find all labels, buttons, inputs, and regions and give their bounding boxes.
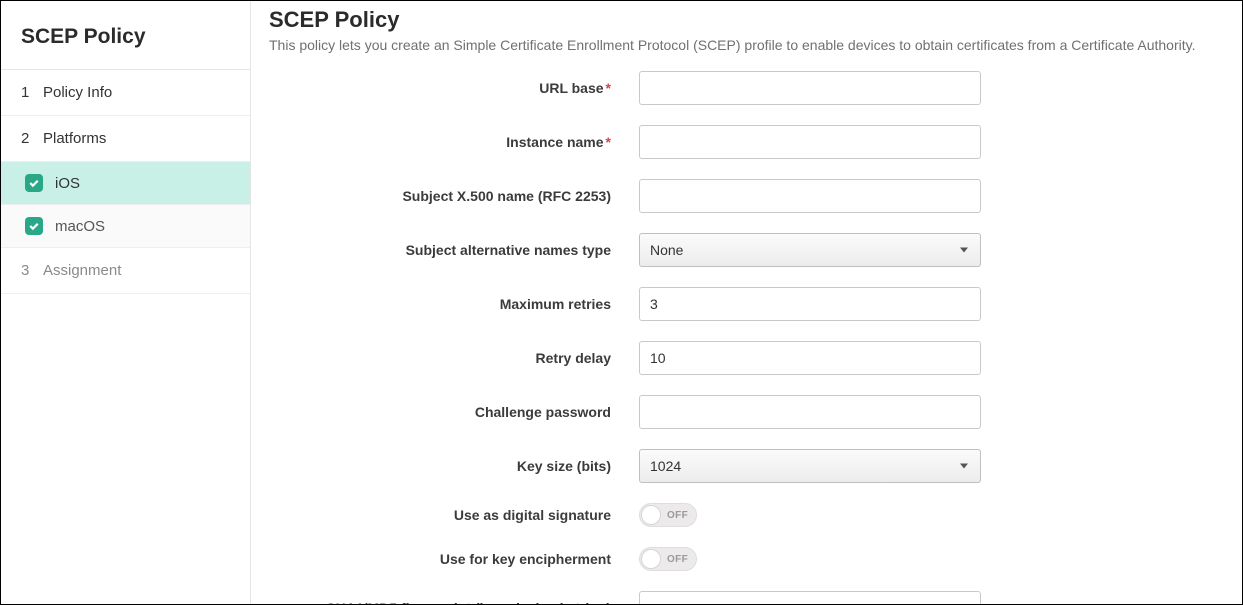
control-key-enc: OFF [639, 547, 981, 571]
label-text: URL base [539, 80, 603, 96]
checkbox-checked-icon [25, 174, 43, 192]
challenge-password-input[interactable] [639, 395, 981, 429]
control-subject-x500 [639, 179, 981, 213]
key-size-select[interactable]: 1024 [639, 449, 981, 483]
row-key-enc: Use for key encipherment OFF [269, 547, 1224, 571]
step-label: Platforms [43, 130, 106, 147]
row-digital-sig: Use as digital signature OFF [269, 503, 1224, 527]
label-max-retries: Maximum retries [269, 296, 639, 312]
control-key-size: 1024 [639, 449, 981, 483]
step-number: 3 [21, 262, 37, 279]
caret-down-icon [960, 248, 968, 253]
required-asterisk: * [606, 134, 611, 150]
select-value: None [650, 242, 683, 258]
row-url-base: URL base* [269, 71, 1224, 105]
control-url-base [639, 71, 981, 105]
label-key-enc: Use for key encipherment [269, 551, 639, 567]
label-url-base: URL base* [269, 80, 639, 96]
control-fingerprint [639, 591, 981, 604]
control-instance-name [639, 125, 981, 159]
checkbox-checked-icon [25, 217, 43, 235]
url-base-input[interactable] [639, 71, 981, 105]
digital-sig-toggle[interactable]: OFF [639, 503, 697, 527]
sidebar-title: SCEP Policy [1, 1, 250, 70]
sidebar: SCEP Policy 1 Policy Info 2 Platforms iO… [1, 1, 251, 604]
fingerprint-input[interactable] [639, 591, 981, 604]
label-key-size: Key size (bits) [269, 458, 639, 474]
row-retry-delay: Retry delay [269, 341, 1224, 375]
label-retry-delay: Retry delay [269, 350, 639, 366]
control-challenge-password [639, 395, 981, 429]
label-subject-x500: Subject X.500 name (RFC 2253) [269, 188, 639, 204]
control-retry-delay [639, 341, 981, 375]
control-max-retries [639, 287, 981, 321]
label-digital-sig: Use as digital signature [269, 507, 639, 523]
row-subject-x500: Subject X.500 name (RFC 2253) [269, 179, 1224, 213]
max-retries-input[interactable] [639, 287, 981, 321]
san-type-select[interactable]: None [639, 233, 981, 267]
retry-delay-input[interactable] [639, 341, 981, 375]
row-challenge-password: Challenge password [269, 395, 1224, 429]
platform-item-ios[interactable]: iOS [1, 162, 250, 205]
subject-x500-input[interactable] [639, 179, 981, 213]
select-value: 1024 [650, 458, 681, 474]
label-text: Instance name [506, 134, 603, 150]
label-san-type: Subject alternative names type [269, 242, 639, 258]
row-san-type: Subject alternative names type None [269, 233, 1224, 267]
row-max-retries: Maximum retries [269, 287, 1224, 321]
page-container: SCEP Policy 1 Policy Info 2 Platforms iO… [0, 0, 1243, 605]
toggle-knob [641, 549, 661, 569]
step-platforms[interactable]: 2 Platforms [1, 116, 250, 162]
step-number: 1 [21, 84, 37, 101]
step-assignment[interactable]: 3 Assignment [1, 248, 250, 294]
key-enc-toggle[interactable]: OFF [639, 547, 697, 571]
required-asterisk: * [606, 80, 611, 96]
step-label: Policy Info [43, 84, 112, 101]
step-policy-info[interactable]: 1 Policy Info [1, 70, 250, 116]
platform-label: macOS [55, 218, 105, 235]
page-description: This policy lets you create an Simple Ce… [269, 37, 1224, 53]
row-instance-name: Instance name* [269, 125, 1224, 159]
step-label: Assignment [43, 262, 121, 279]
toggle-knob [641, 505, 661, 525]
label-fingerprint: SHA1/MD5 fingerprint (hexadecimal string… [269, 600, 639, 604]
platform-item-macos[interactable]: macOS [1, 205, 250, 248]
step-number: 2 [21, 130, 37, 147]
label-instance-name: Instance name* [269, 134, 639, 150]
row-key-size: Key size (bits) 1024 [269, 449, 1224, 483]
label-challenge-password: Challenge password [269, 404, 639, 420]
page-title: SCEP Policy [269, 7, 1224, 33]
main-panel: SCEP Policy This policy lets you create … [251, 1, 1242, 604]
platform-label: iOS [55, 175, 80, 192]
control-san-type: None [639, 233, 981, 267]
caret-down-icon [960, 464, 968, 469]
toggle-state: OFF [667, 510, 688, 521]
instance-name-input[interactable] [639, 125, 981, 159]
row-fingerprint: SHA1/MD5 fingerprint (hexadecimal string… [269, 591, 1224, 604]
toggle-state: OFF [667, 554, 688, 565]
control-digital-sig: OFF [639, 503, 981, 527]
